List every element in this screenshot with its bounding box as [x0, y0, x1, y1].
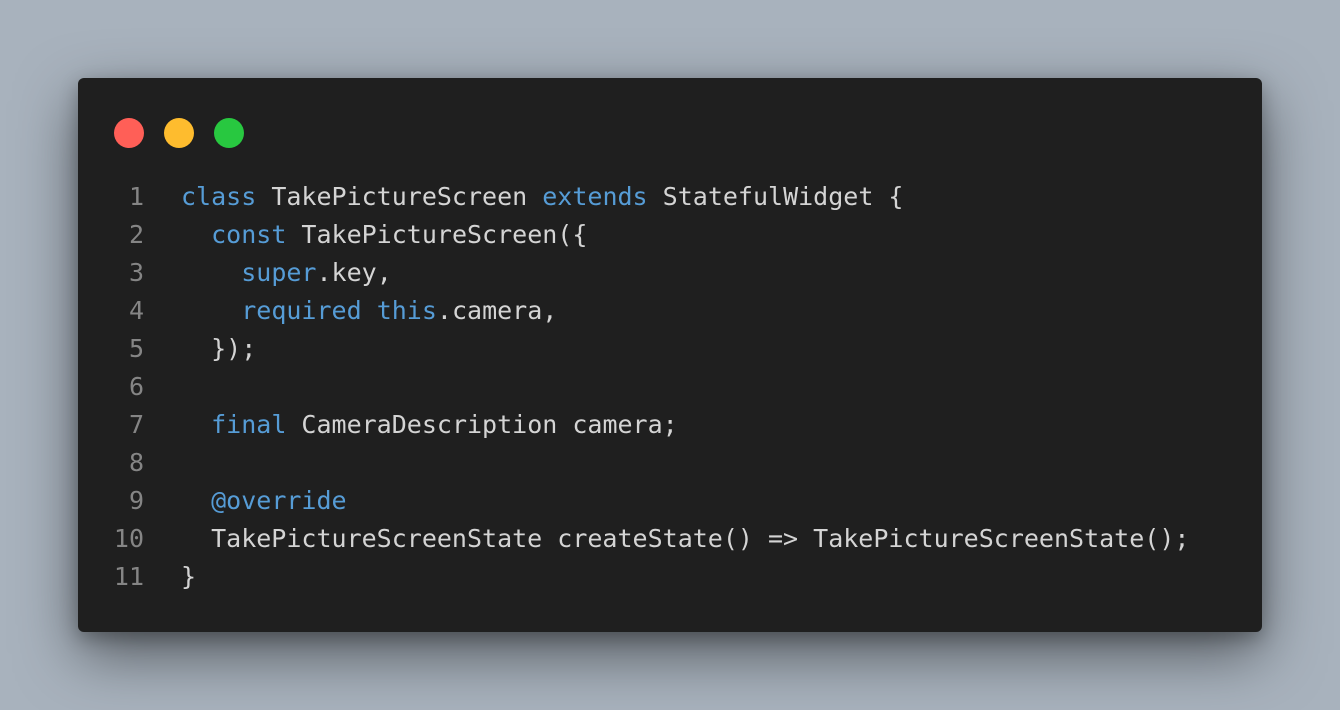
- code-keyword: extends: [542, 182, 648, 211]
- line-number: 8: [128, 448, 144, 477]
- line-source: super.key,: [181, 254, 392, 292]
- line-source: TakePictureScreenState createState() => …: [181, 520, 1189, 558]
- minimize-dot-icon[interactable]: [164, 118, 194, 148]
- line-source: }: [181, 558, 196, 596]
- line-number: 3: [128, 258, 144, 287]
- line-number: 10: [113, 524, 144, 553]
- code-text: .camera,: [436, 296, 558, 325]
- line-number: 4: [128, 296, 144, 325]
- line-number: 6: [128, 372, 144, 401]
- line-number: 5: [128, 334, 144, 363]
- code-keyword: const: [211, 220, 287, 249]
- code-text: .key,: [316, 258, 392, 287]
- line-number: 7: [128, 410, 144, 439]
- code-keyword: required: [241, 296, 362, 325]
- line-source: final CameraDescription camera;: [181, 406, 678, 444]
- code-keyword: @override: [211, 486, 347, 515]
- line-number: 2: [128, 220, 144, 249]
- code-text: CameraDescription camera;: [286, 410, 678, 439]
- code-text: TakePictureScreen({: [286, 220, 588, 249]
- code-text: });: [181, 334, 257, 363]
- code-keyword: final: [211, 410, 287, 439]
- code-keyword: super: [241, 258, 317, 287]
- line-source: });: [181, 330, 256, 368]
- code-window: 1 class TakePictureScreen extends Statefu…: [78, 78, 1262, 632]
- line-source: class TakePictureScreen extends Stateful…: [181, 178, 903, 216]
- line-source: required this.camera,: [181, 292, 557, 330]
- line-number: 1: [128, 182, 144, 211]
- line-number: 9: [128, 486, 144, 515]
- line-number: 11: [113, 562, 144, 591]
- line-source: @override: [181, 482, 347, 520]
- zoom-dot-icon[interactable]: [214, 118, 244, 148]
- code-keyword: this: [376, 296, 437, 325]
- code-text: TakePictureScreenState createState() => …: [181, 524, 1190, 553]
- code-text: StatefulWidget {: [647, 182, 904, 211]
- code-text: TakePictureScreen: [256, 182, 543, 211]
- line-source: const TakePictureScreen({: [181, 216, 587, 254]
- code-keyword: class: [181, 182, 257, 211]
- code-text: }: [181, 562, 197, 591]
- close-dot-icon[interactable]: [114, 118, 144, 148]
